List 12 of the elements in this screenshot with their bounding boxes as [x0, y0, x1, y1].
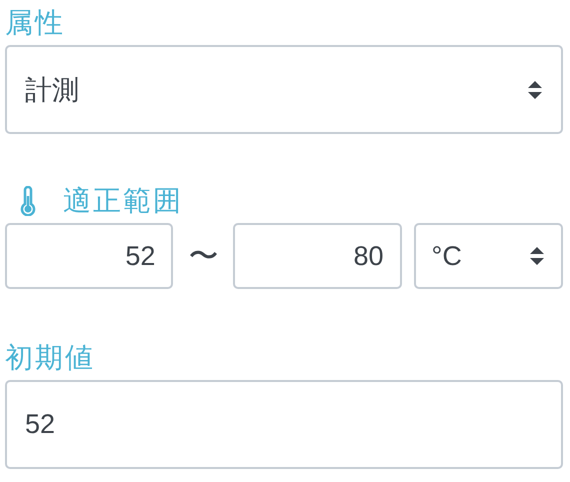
field-label: 属性 — [5, 6, 65, 40]
unit-select[interactable]: °C — [414, 223, 563, 289]
min-input[interactable]: 52 — [5, 223, 174, 289]
up-down-arrows-icon — [527, 78, 543, 100]
up-down-arrows-icon — [529, 245, 545, 267]
thermometer-icon — [19, 186, 37, 216]
range-separator: 〜 — [187, 238, 220, 274]
attribute-select[interactable]: 計測 — [5, 45, 563, 134]
field-label: 初期値 — [5, 341, 95, 375]
field-label: 適正範囲 — [63, 184, 183, 218]
initial-value-input[interactable]: 52 — [5, 380, 563, 469]
max-input[interactable]: 80 — [233, 223, 402, 289]
